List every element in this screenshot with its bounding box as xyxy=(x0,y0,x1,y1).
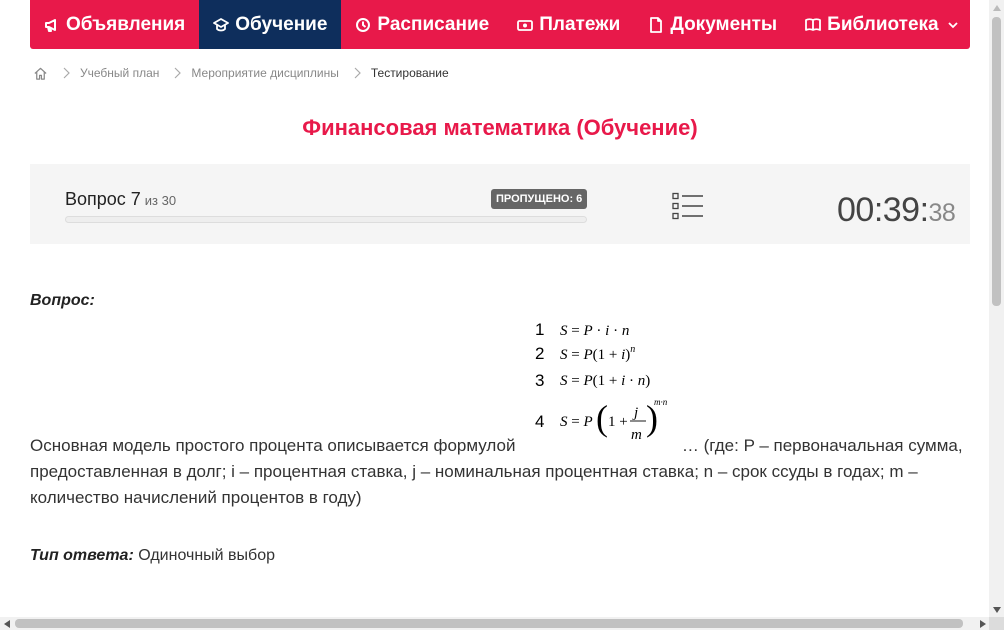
formula-number: 4 xyxy=(535,412,544,431)
svg-text:(: ( xyxy=(596,398,608,438)
breadcrumb-link[interactable]: Мероприятие дисциплины xyxy=(191,66,338,80)
home-icon[interactable] xyxy=(33,66,48,81)
chevron-right-icon xyxy=(353,67,361,79)
horizontal-scrollbar[interactable] xyxy=(0,617,989,630)
graduation-cap-icon xyxy=(213,17,230,33)
answer-type-value: Одиночный выбор xyxy=(138,547,275,564)
breadcrumb-current: Тестирование xyxy=(370,66,449,80)
chevron-right-icon xyxy=(173,67,182,79)
skipped-badge[interactable]: ПРОПУЩЕНО: 6 xyxy=(491,189,588,209)
question-number: Вопрос 7 xyxy=(65,189,141,209)
formula-2: S = P(1 + i)n xyxy=(560,344,635,363)
formula-4: S = P xyxy=(560,414,593,430)
page-title: Финансовая математика (Обучение) xyxy=(302,115,698,140)
clock-icon xyxy=(355,17,371,33)
formula-3: S = P(1 + i · n) xyxy=(560,373,650,389)
scrollbar-corner xyxy=(989,617,1004,630)
formula-number: 3 xyxy=(535,371,544,390)
top-navigation: Объявления Обучение Расписание Платежи Д… xyxy=(30,0,970,49)
progress-bar xyxy=(65,216,587,223)
nav-item-label: Объявления xyxy=(66,13,186,35)
timer-main: 00:39: xyxy=(837,191,929,229)
formula-image: 1 2 3 4 S = P · i · n S = P(1 + i)n S = … xyxy=(530,315,683,450)
vertical-scrollbar[interactable] xyxy=(989,0,1004,617)
chevron-down-icon xyxy=(947,19,959,31)
megaphone-icon xyxy=(44,17,60,33)
question-counter: Вопрос 7 из 30 xyxy=(65,189,176,210)
breadcrumb-link[interactable]: Учебный план xyxy=(80,66,159,80)
nav-item-payments[interactable]: Платежи xyxy=(503,0,634,49)
question-panel: Вопрос 7 из 30 ПРОПУЩЕНО: 6 00:39:38 xyxy=(30,164,970,244)
nav-item-label: Обучение xyxy=(235,13,328,35)
nav-item-label: Расписание xyxy=(377,13,490,35)
nav-item-schedule[interactable]: Расписание xyxy=(341,0,503,49)
money-icon xyxy=(517,17,534,33)
formula-1: S = P · i · n xyxy=(560,323,629,339)
breadcrumb: Учебный план Мероприятие дисциплины Тест… xyxy=(33,63,449,83)
formula-number: 2 xyxy=(535,344,544,363)
nav-item-label: Платежи xyxy=(539,13,621,35)
question-list-icon[interactable] xyxy=(672,192,704,220)
nav-item-library[interactable]: Библиотека xyxy=(791,0,972,49)
nav-item-label: Библиотека xyxy=(827,13,939,35)
nav-item-education[interactable]: Обучение xyxy=(199,0,342,49)
question-text-before: Основная модель простого процента описыв… xyxy=(30,436,516,455)
svg-text:m·n: m·n xyxy=(654,397,668,407)
nav-item-documents[interactable]: Документы xyxy=(634,0,791,49)
answer-type-label: Тип ответа: xyxy=(30,547,134,564)
scroll-right-arrow-icon[interactable] xyxy=(976,617,989,630)
question-heading: Вопрос: xyxy=(30,292,95,309)
timer: 00:39:38 xyxy=(837,191,956,230)
answer-type: Тип ответа: Одиночный выбор xyxy=(30,547,275,565)
svg-text:j: j xyxy=(632,405,638,421)
scroll-left-arrow-icon[interactable] xyxy=(0,617,13,630)
timer-seconds: 38 xyxy=(928,199,956,227)
page: Объявления Обучение Расписание Платежи Д… xyxy=(0,0,989,617)
scroll-down-arrow-icon[interactable] xyxy=(989,602,1004,617)
question-text: Основная модель простого процента описыв… xyxy=(30,433,975,511)
document-icon xyxy=(648,16,664,33)
nav-item-label: Документы xyxy=(670,13,778,35)
nav-item-announcements[interactable]: Объявления xyxy=(30,0,199,49)
scroll-up-arrow-icon[interactable] xyxy=(989,0,1004,15)
horizontal-scroll-thumb[interactable] xyxy=(15,619,963,628)
vertical-scroll-thumb[interactable] xyxy=(992,17,1001,306)
formula-number: 1 xyxy=(535,320,544,339)
chevron-right-icon xyxy=(62,67,70,79)
book-icon xyxy=(805,17,822,33)
question-total: из 30 xyxy=(144,193,177,208)
svg-text:1 +: 1 + xyxy=(608,414,628,430)
